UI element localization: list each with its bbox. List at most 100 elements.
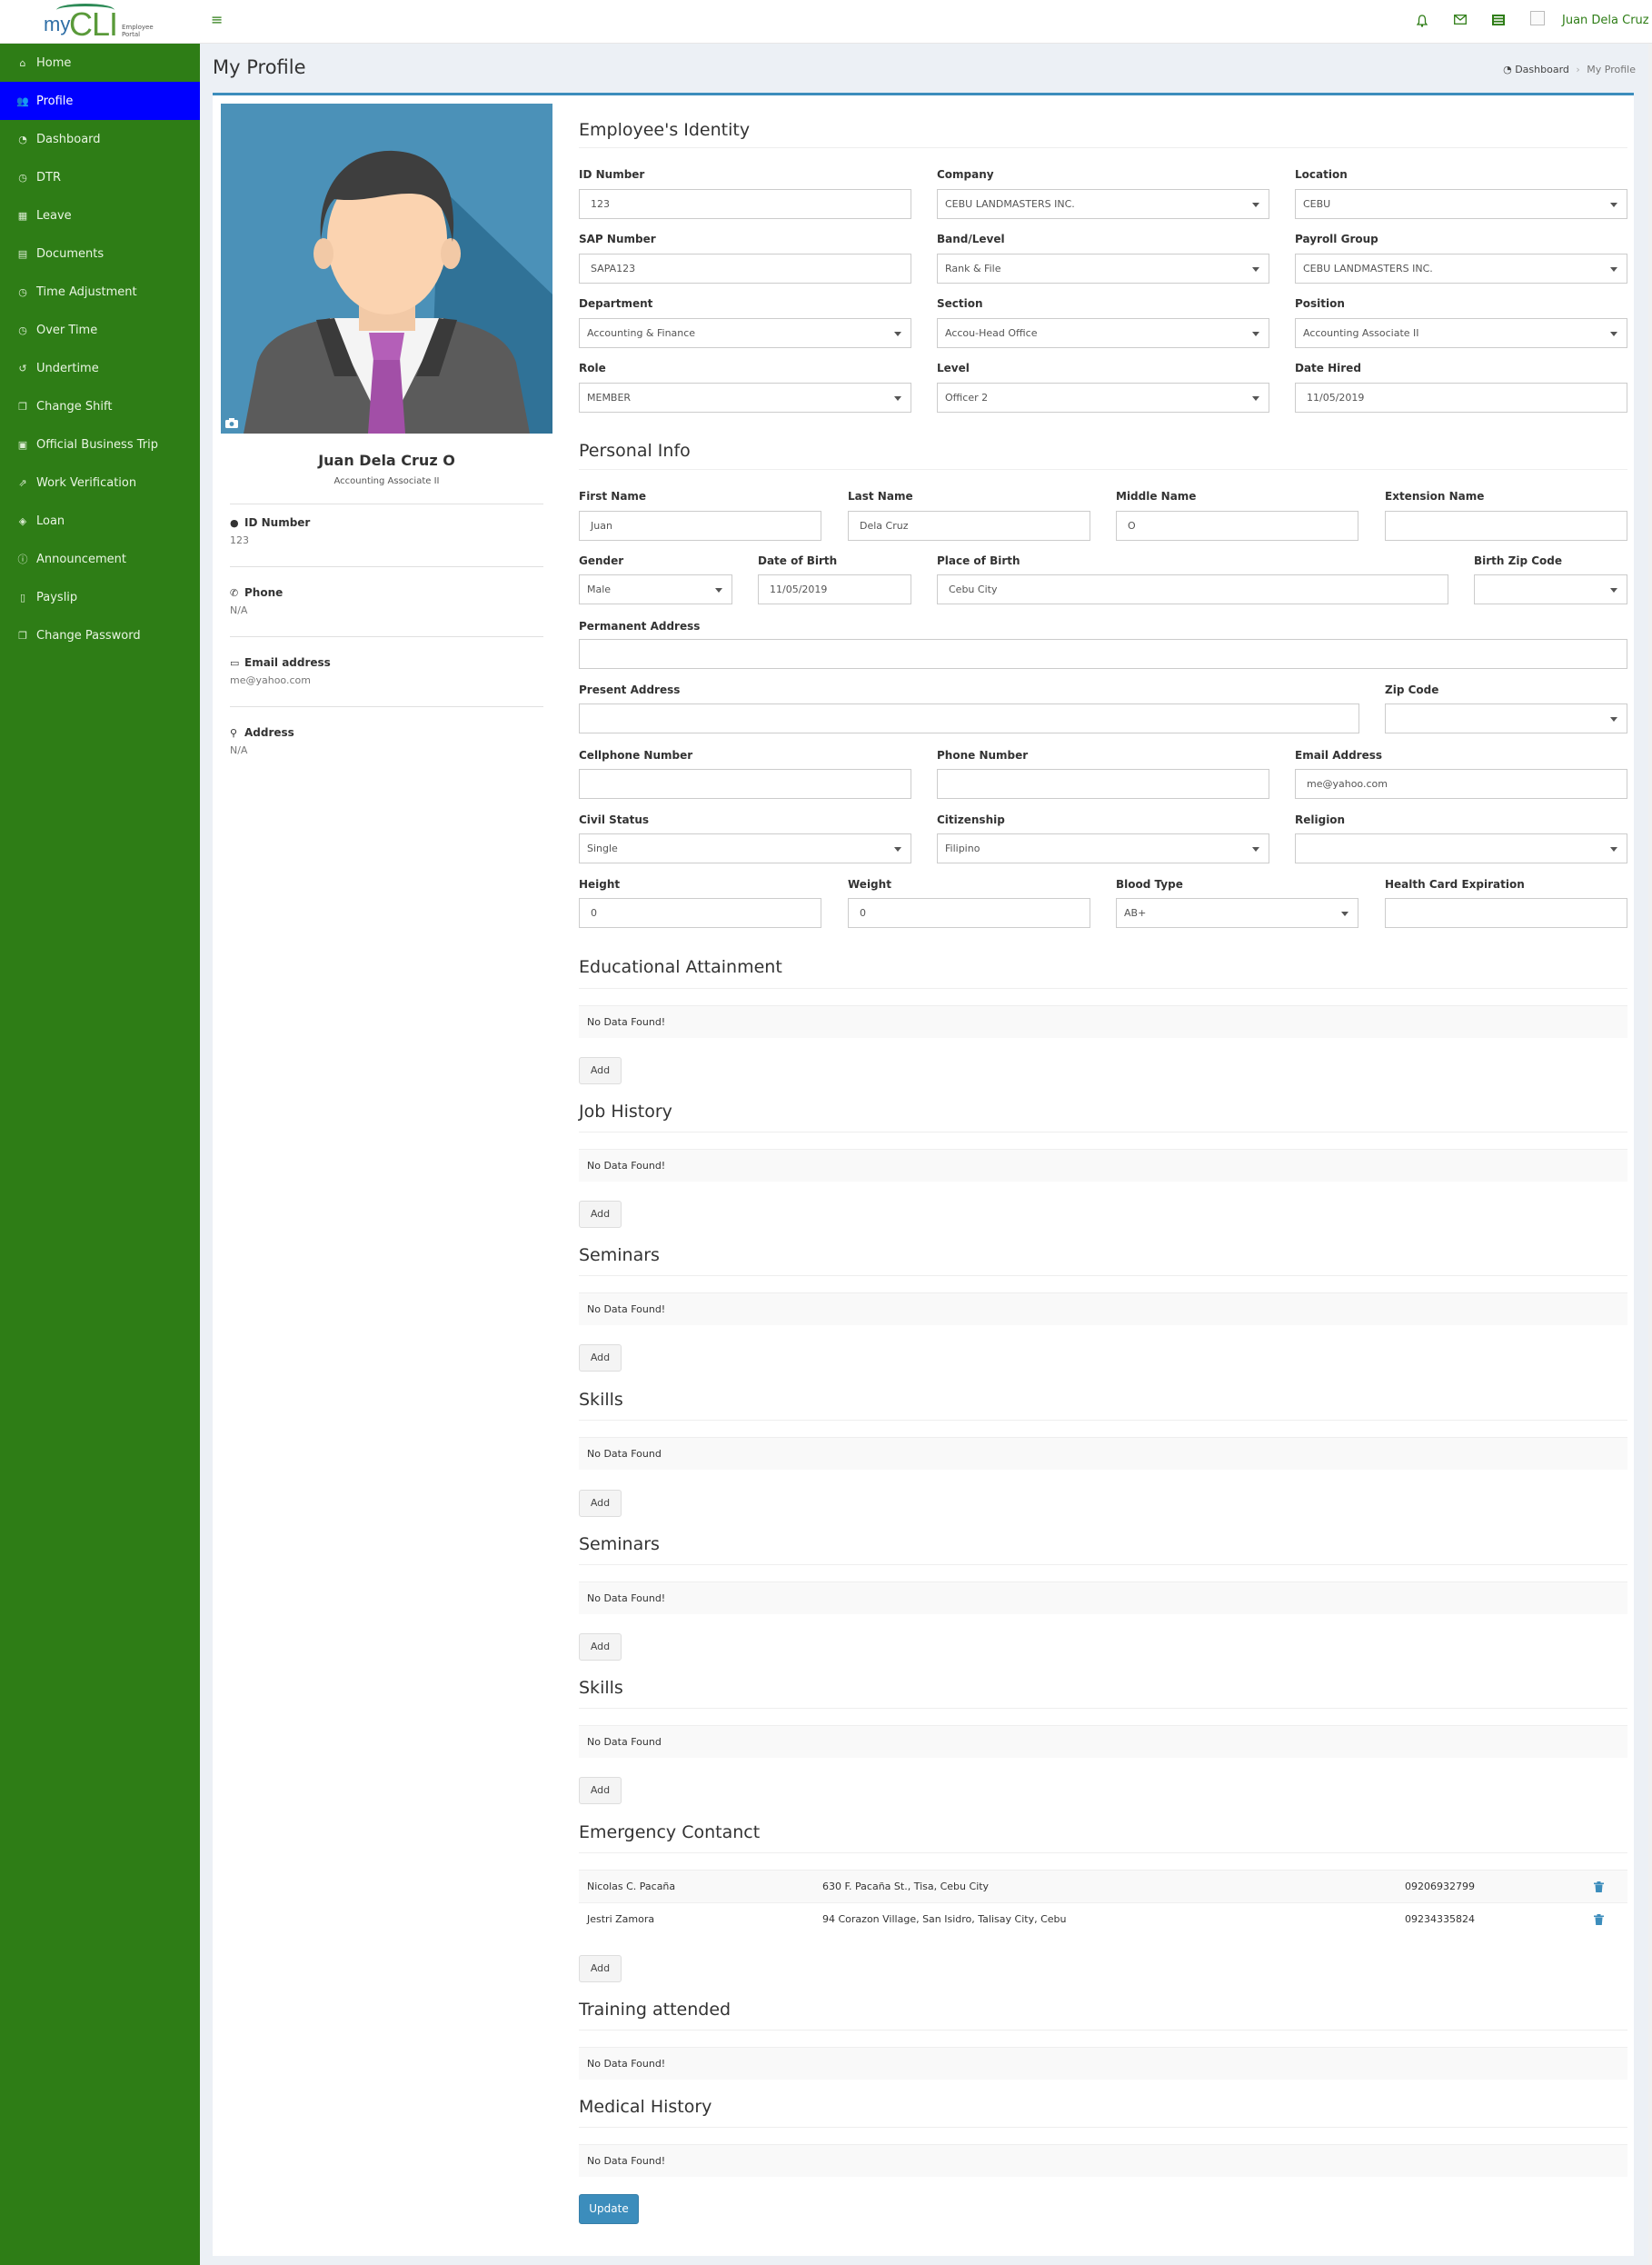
caret-down-icon xyxy=(1252,847,1259,852)
seminars-empty-row: No Data Found! xyxy=(579,1582,1627,1614)
scrollbar[interactable] xyxy=(1648,44,1652,2265)
sidebar-item-undertime[interactable]: ↺ Undertime xyxy=(0,349,200,387)
list-icon[interactable] xyxy=(1490,15,1507,31)
tag-icon: ◈ xyxy=(18,514,27,527)
sidebar-item-change-password[interactable]: ❐ Change Password xyxy=(0,616,200,654)
user-avatar[interactable] xyxy=(1530,11,1545,25)
bell-icon[interactable] xyxy=(1414,15,1430,31)
camera-icon[interactable] xyxy=(225,418,240,429)
add-job-history-button[interactable]: Add xyxy=(579,1201,622,1228)
training-empty-row: No Data Found! xyxy=(579,2047,1627,2080)
caret-down-icon xyxy=(1610,717,1617,722)
caret-down-icon xyxy=(894,332,901,336)
breadcrumb: ◔ Dashboard › My Profile xyxy=(1503,64,1636,75)
map-marker-icon: ⚲ xyxy=(230,727,238,739)
permanent-address-input[interactable] xyxy=(579,639,1627,669)
sidebar-item-payslip[interactable]: ▯ Payslip xyxy=(0,578,200,616)
sap-number-input[interactable]: SAPA123 xyxy=(579,254,911,284)
sidebar-item-label: Loan xyxy=(36,514,65,528)
id-number-label: ID Number xyxy=(579,168,645,181)
add-seminar-button[interactable]: Add xyxy=(579,1633,622,1661)
department-select[interactable]: Accounting & Finance xyxy=(579,318,911,348)
add-skill-button[interactable]: Add xyxy=(579,1777,622,1804)
logo-cli-text: CLI xyxy=(69,5,118,43)
add-emergency-contact-button[interactable]: Add xyxy=(579,1955,622,1982)
payroll-group-label: Payroll Group xyxy=(1295,233,1378,245)
sidebar-item-work-verification[interactable]: ⇗ Work Verification xyxy=(0,464,200,502)
logo-subtitle: Employee Portal xyxy=(122,24,154,38)
sidebar-item-dtr[interactable]: ◷ DTR xyxy=(0,158,200,196)
role-select[interactable]: MEMBER xyxy=(579,383,911,413)
present-address-input[interactable] xyxy=(579,703,1359,733)
email-address-input[interactable]: me@yahoo.com xyxy=(1295,769,1627,799)
payroll-group-select[interactable]: CEBU LANDMASTERS INC. xyxy=(1295,254,1627,284)
add-skill-button[interactable]: Add xyxy=(579,1490,622,1517)
band-level-select[interactable]: Rank & File xyxy=(937,254,1269,284)
add-seminar-button[interactable]: Add xyxy=(579,1344,622,1372)
religion-label: Religion xyxy=(1295,813,1346,826)
birth-zip-code-select[interactable] xyxy=(1474,574,1627,604)
clock-icon: ◷ xyxy=(18,171,27,184)
company-select[interactable]: CEBU LANDMASTERS INC. xyxy=(937,189,1269,219)
file-icon: ▯ xyxy=(19,591,26,604)
mycli-logo[interactable]: my CLI Employee Portal xyxy=(44,4,162,43)
sidebar-item-time-adjustment[interactable]: ◷ Time Adjustment xyxy=(0,273,200,311)
sidebar-item-leave[interactable]: ▦ Leave xyxy=(0,196,200,234)
middle-name-input[interactable]: O xyxy=(1116,511,1358,541)
add-education-button[interactable]: Add xyxy=(579,1057,622,1084)
health-card-expiration-input[interactable] xyxy=(1385,898,1627,928)
sidebar-item-over-time[interactable]: ◷ Over Time xyxy=(0,311,200,349)
sidebar-item-label: Time Adjustment xyxy=(36,284,137,299)
civil-status-select[interactable]: Single xyxy=(579,833,911,863)
gender-select[interactable]: Male xyxy=(579,574,732,604)
breadcrumb-dashboard[interactable]: Dashboard xyxy=(1515,64,1569,75)
position-select[interactable]: Accounting Associate II xyxy=(1295,318,1627,348)
weight-input[interactable]: 0 xyxy=(848,898,1090,928)
extension-name-input[interactable] xyxy=(1385,511,1627,541)
section-select[interactable]: Accou-Head Office xyxy=(937,318,1269,348)
last-name-input[interactable]: Dela Cruz xyxy=(848,511,1090,541)
caret-down-icon xyxy=(1610,203,1617,207)
profile-name: Juan Dela Cruz O xyxy=(318,452,455,469)
sidebar-item-documents[interactable]: ▤ Documents xyxy=(0,234,200,273)
place-of-birth-label: Place of Birth xyxy=(937,554,1020,567)
zip-code-select[interactable] xyxy=(1385,703,1627,733)
sidebar-item-profile[interactable]: 👥 Profile xyxy=(0,82,200,120)
location-select[interactable]: CEBU xyxy=(1295,189,1627,219)
dashboard-icon: ◔ xyxy=(18,133,27,145)
height-input[interactable]: 0 xyxy=(579,898,821,928)
level-select[interactable]: Officer 2 xyxy=(937,383,1269,413)
skills-empty-row: No Data Found xyxy=(579,1725,1627,1758)
info-icon: ⓘ xyxy=(17,554,28,565)
caret-down-icon xyxy=(1252,203,1259,207)
calendar-icon: ▦ xyxy=(17,209,28,222)
date-of-birth-input[interactable]: 11/05/2019 xyxy=(758,574,911,604)
religion-select[interactable] xyxy=(1295,833,1627,863)
caret-down-icon xyxy=(894,396,901,401)
clock-icon: ◷ xyxy=(18,285,27,298)
sidebar-item-dashboard[interactable]: ◔ Dashboard xyxy=(0,120,200,158)
user-menu-name[interactable]: Juan Dela Cruz xyxy=(1562,14,1649,27)
phone-number-input[interactable] xyxy=(937,769,1269,799)
trash-icon[interactable] xyxy=(1594,1871,1604,1905)
sidebar-item-change-shift[interactable]: ❐ Change Shift xyxy=(0,387,200,425)
sidebar-item-announcement[interactable]: ⓘ Announcement xyxy=(0,540,200,578)
cellphone-input[interactable] xyxy=(579,769,911,799)
section-title-medical: Medical History xyxy=(579,2097,712,2117)
trash-icon[interactable] xyxy=(1594,1903,1604,1938)
profile-address-label: ⚲ Address xyxy=(230,726,294,739)
sidebar-item-official-business-trip[interactable]: ▣ Official Business Trip xyxy=(0,425,200,464)
place-of-birth-input[interactable]: Cebu City xyxy=(937,574,1448,604)
first-name-input[interactable]: Juan xyxy=(579,511,821,541)
hamburger-menu-icon[interactable]: ≡ xyxy=(211,13,224,27)
date-hired-input[interactable]: 11/05/2019 xyxy=(1295,383,1627,413)
citizenship-select[interactable]: Filipino xyxy=(937,833,1269,863)
gender-label: Gender xyxy=(579,554,624,567)
sidebar-item-home[interactable]: ⌂ Home xyxy=(0,44,200,82)
sidebar-item-loan[interactable]: ◈ Loan xyxy=(0,502,200,540)
envelope-icon[interactable] xyxy=(1452,15,1468,31)
id-number-input[interactable]: 123 xyxy=(579,189,911,219)
blood-type-label: Blood Type xyxy=(1116,878,1183,891)
blood-type-select[interactable]: AB+ xyxy=(1116,898,1358,928)
update-button[interactable]: Update xyxy=(579,2194,639,2224)
